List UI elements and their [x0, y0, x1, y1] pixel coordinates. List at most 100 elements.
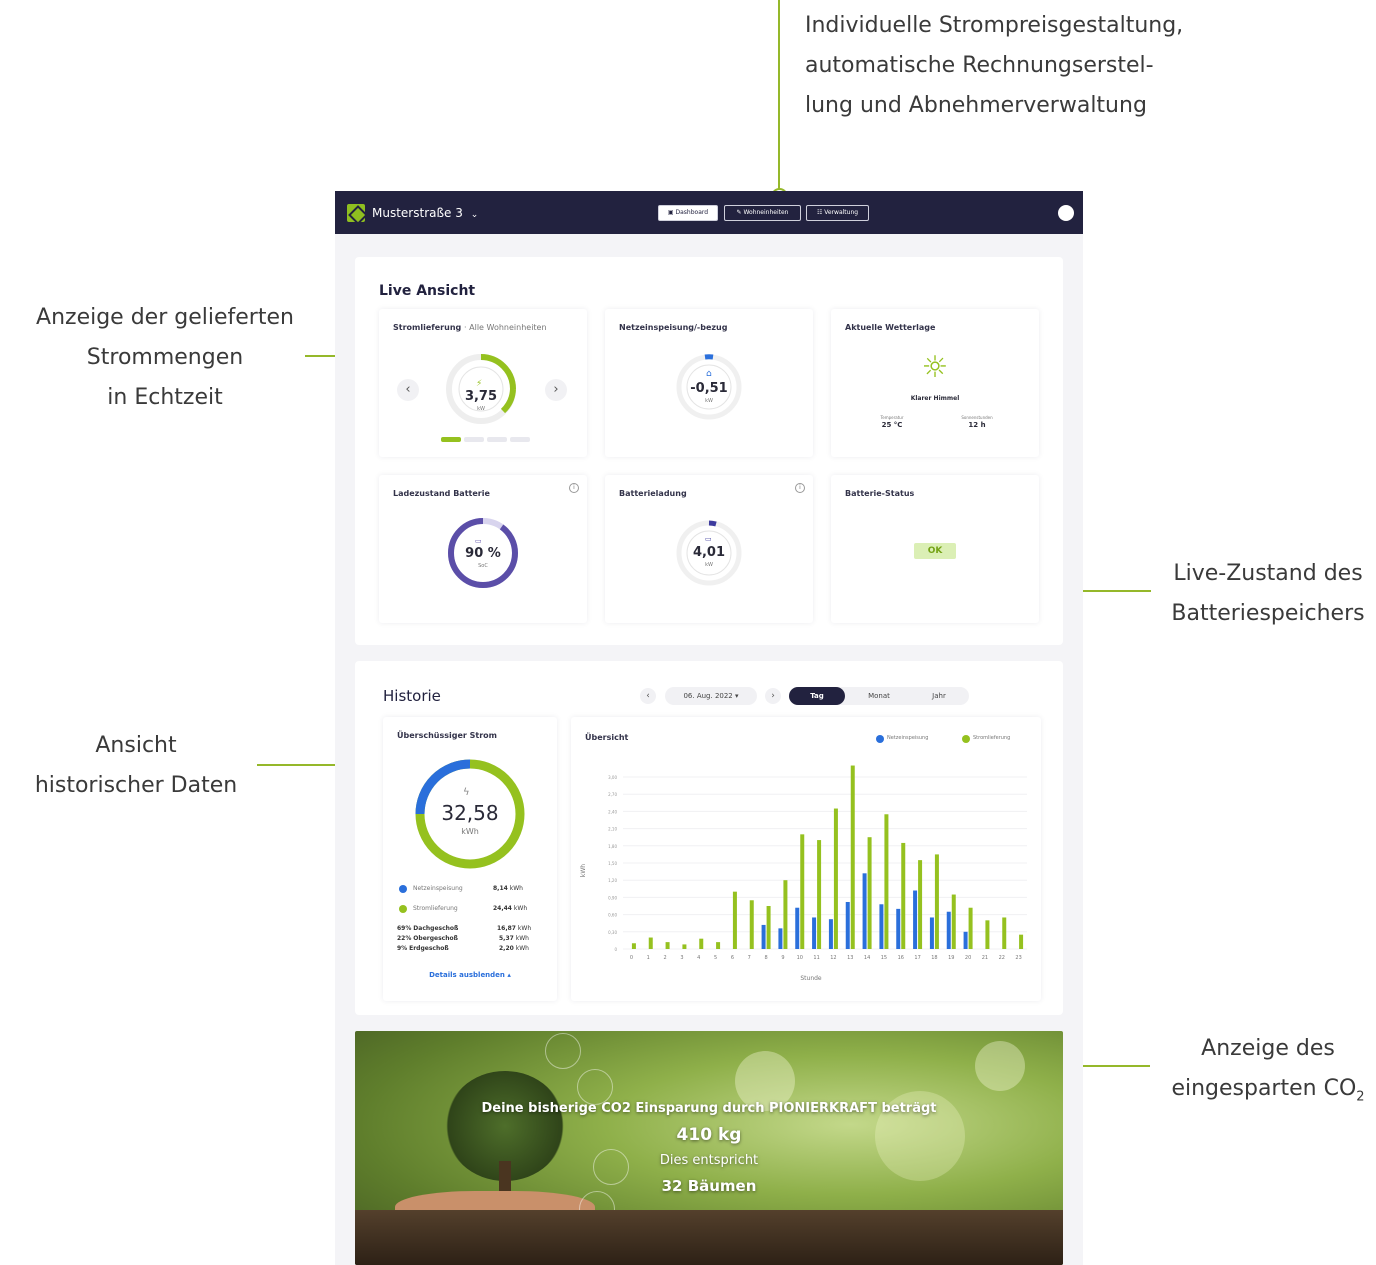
bar-stromlieferung-16 — [901, 842, 906, 949]
live-view-title: Live Ansicht — [379, 283, 476, 299]
detail-value: 16,87 kWh — [497, 925, 532, 932]
bar-stromlieferung-15 — [884, 814, 889, 949]
co2-banner: Deine bisherige CO2 Einsparung durch PIO… — [355, 1031, 1063, 1265]
bar-stromlieferung-17 — [918, 860, 923, 949]
date-next-button[interactable]: › — [765, 688, 781, 704]
surplus-value: 32,58 — [441, 801, 499, 825]
bar-stromlieferung-14 — [867, 837, 872, 949]
soil-image — [355, 1210, 1063, 1265]
bar-stromlieferung-9 — [783, 880, 788, 949]
bar-stromlieferung-19 — [951, 894, 956, 949]
charge-unit: kW — [705, 562, 713, 568]
status-badge: OK — [914, 543, 956, 559]
bar-netzeinspeisung-8 — [761, 924, 766, 949]
tile-batterieladung: Batterieladung i ▭ 4,01 kW — [605, 475, 813, 623]
annotation-co2: Anzeige des eingesparten CO2 — [1160, 1029, 1376, 1117]
details-toggle-link[interactable]: Details ausblenden ▴ — [413, 971, 527, 979]
pager-dot[interactable] — [464, 437, 484, 442]
bar-stromlieferung-20 — [968, 907, 973, 949]
live-view-card: Live Ansicht Stromlieferung · Alle Wohne… — [355, 257, 1063, 645]
delivery-unit: kW — [477, 406, 485, 412]
x-tick-label: 17 — [914, 955, 920, 961]
y-tick-label: 0 — [614, 947, 617, 952]
soc-unit: SoC — [478, 563, 488, 569]
eco-circle-icon — [545, 1033, 581, 1069]
bar-stromlieferung-12 — [833, 808, 838, 949]
x-tick-label: 7 — [748, 955, 751, 961]
surplus-row-label: Stromlieferung — [413, 905, 458, 912]
date-picker[interactable]: 06. Aug. 2022 ▾ — [665, 687, 757, 705]
nav-verwaltung[interactable]: ☷ Verwaltung — [806, 205, 869, 221]
annotation-line-top — [778, 0, 780, 192]
sunhours-label: Sonnenstunden — [961, 415, 993, 420]
tile-netz: Netzeinspeisung/-bezug ⌂ -0,51 kW — [605, 309, 813, 457]
y-tick-label: 2,40 — [608, 809, 617, 814]
co2-value: 410 kg — [676, 1125, 742, 1145]
bar-stromlieferung-6 — [732, 891, 737, 949]
nav-dashboard[interactable]: ▣ Dashboard — [658, 205, 718, 221]
x-tick-label: 22 — [999, 955, 1005, 961]
annotation-history: Ansicht historischer Daten — [34, 733, 238, 798]
co2-trees: 32 Bäumen — [661, 1177, 757, 1195]
bar-netzeinspeisung-16 — [896, 908, 901, 949]
annotation-co2-line2: eingesparten CO2 — [1171, 1076, 1365, 1105]
x-tick-label: 10 — [797, 955, 803, 961]
nav-wohneinheiten[interactable]: ✎ Wohneinheiten — [724, 205, 801, 221]
bar-stromlieferung-5 — [716, 942, 721, 949]
battery-icon: ▭ — [705, 535, 712, 543]
bar-netzeinspeisung-11 — [812, 917, 817, 949]
x-tick-label: 19 — [948, 955, 954, 961]
tile-wetter: Aktuelle Wetterlage ☼ Klarer Himmel Temp… — [831, 309, 1039, 457]
avatar[interactable] — [1058, 205, 1074, 221]
tab-jahr[interactable]: Jahr — [911, 687, 967, 705]
delivery-value: 3,75 — [464, 389, 498, 404]
co2-headline: Deine bisherige CO2 Einsparung durch PIO… — [481, 1101, 937, 1116]
tab-monat[interactable]: Monat — [851, 687, 907, 705]
y-tick-label: 1,50 — [608, 861, 617, 866]
prev-arrow-button[interactable]: ‹ — [397, 379, 419, 401]
info-icon[interactable]: i — [569, 483, 579, 493]
charge-value: 4,01 — [692, 545, 726, 560]
bar-stromlieferung-10 — [800, 834, 805, 949]
annotation-billing: Individuelle Strompreisgestaltung, autom… — [805, 13, 1184, 118]
tab-tag[interactable]: Tag — [789, 687, 845, 705]
detail-value: 5,37 kWh — [499, 935, 529, 942]
detail-row: 22% Obergeschoß — [397, 935, 458, 942]
bar-stromlieferung-4 — [699, 938, 704, 949]
surplus-title: Überschüssiger Strom — [397, 731, 497, 740]
next-arrow-button[interactable]: › — [545, 379, 567, 401]
bar-netzeinspeisung-9 — [778, 928, 783, 949]
battery-icon: ▭ — [475, 537, 482, 545]
bar-stromlieferung-7 — [749, 900, 754, 949]
pager-dot-active[interactable] — [441, 437, 461, 442]
x-tick-label: 23 — [1015, 955, 1021, 961]
annotation-battery: Live-Zustand des Batteriespeichers — [1171, 561, 1365, 626]
bolt-icon: ϟ — [463, 787, 470, 798]
weather-state: Klarer Himmel — [910, 395, 960, 402]
bar-stromlieferung-8 — [766, 906, 771, 949]
bar-netzeinspeisung-20 — [963, 931, 968, 949]
date-prev-button[interactable]: ‹ — [640, 688, 656, 704]
pager-dot[interactable] — [510, 437, 530, 442]
x-tick-label: 14 — [864, 955, 870, 961]
y-tick-label: 0,30 — [608, 930, 617, 935]
history-card: Historie ‹ 06. Aug. 2022 ▾ › Tag Monat J… — [355, 661, 1063, 1015]
pager-dot[interactable] — [487, 437, 507, 442]
surplus-unit: kWh — [461, 827, 479, 836]
bar-netzeinspeisung-15 — [879, 904, 884, 949]
period-tabs: Tag Monat Jahr — [789, 687, 969, 705]
y-tick-label: 0,60 — [608, 913, 617, 918]
overview-bar-chart: 0 0,30 0,60 0,90 1,20 1,50 1,80 2,10 2,40 2,70 3,0… — [608, 765, 1027, 961]
tile-batterieladung-title: Batterieladung — [619, 489, 687, 498]
co2-equivalent-label: Dies entspricht — [659, 1153, 759, 1168]
x-tick-label: 12 — [830, 955, 836, 961]
surplus-row-value: 8,14 kWh — [493, 885, 523, 892]
bar-stromlieferung-3 — [682, 944, 687, 949]
site-selector[interactable]: Musterstraße 3 ⌄ — [372, 203, 478, 225]
y-tick-label: 1,20 — [608, 878, 617, 883]
bar-netzeinspeisung-14 — [862, 873, 867, 949]
info-icon[interactable]: i — [795, 483, 805, 493]
x-tick-label: 21 — [982, 955, 988, 961]
y-tick-label: 2,10 — [608, 827, 617, 832]
y-tick-label: 3,00 — [608, 775, 617, 780]
